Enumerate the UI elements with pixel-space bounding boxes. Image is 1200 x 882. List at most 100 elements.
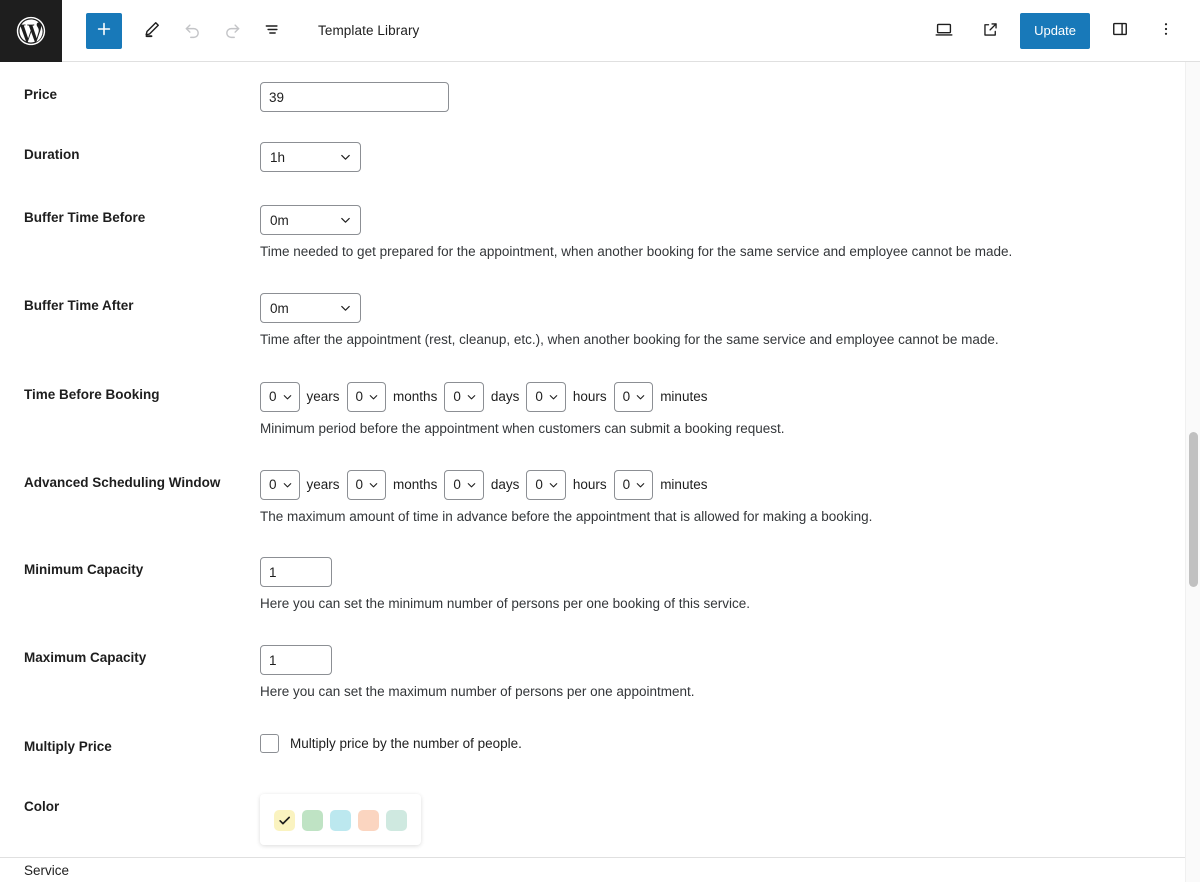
field-row-minimum-capacity: Minimum Capacity Here you can set the mi… — [0, 557, 1200, 614]
field-row-advanced-scheduling-window: Advanced Scheduling Window 0 years 0 mon… — [0, 469, 1200, 527]
chevron-down-icon — [465, 478, 478, 491]
color-swatch-peach[interactable] — [358, 809, 379, 831]
chevron-down-icon — [367, 390, 380, 403]
check-icon — [277, 813, 292, 828]
buffer-after-label: Buffer Time After — [24, 298, 134, 314]
advanced-scheduling-window-minutes-value: 0 — [622, 477, 631, 493]
minimum-capacity-label: Minimum Capacity — [24, 562, 144, 577]
chevron-down-icon — [338, 301, 353, 316]
chevron-down-icon — [547, 478, 560, 491]
advanced-scheduling-window-months-select[interactable]: 0 — [346, 469, 387, 500]
tools-pencil-button[interactable] — [134, 13, 170, 49]
field-row-maximum-capacity: Maximum Capacity Here you can set the ma… — [0, 645, 1200, 702]
more-options-icon — [1157, 20, 1175, 41]
add-block-button[interactable] — [86, 12, 122, 49]
maximum-capacity-description: Here you can set the maximum number of p… — [260, 684, 695, 700]
advanced-scheduling-window-months-unit: months — [393, 477, 438, 493]
duration-label: Duration — [24, 147, 80, 162]
time-before-booking-months-select[interactable]: 0 — [346, 381, 387, 412]
maximum-capacity-label: Maximum Capacity — [24, 650, 147, 666]
time-before-booking-minutes-select[interactable]: 0 — [613, 381, 654, 412]
time-before-booking-minutes-value: 0 — [622, 389, 631, 404]
time-before-booking-controls: 0 years 0 months 0 days 0 hours 0 minute… — [260, 381, 1200, 412]
minimum-capacity-description: Here you can set the minimum number of p… — [260, 596, 750, 611]
advanced-scheduling-window-hours-unit: hours — [572, 477, 607, 493]
time-before-booking-years-unit: years — [306, 389, 340, 404]
list-view-button[interactable] — [254, 13, 290, 49]
time-before-booking-days-select[interactable]: 0 — [444, 381, 484, 412]
duration-select-value: 1h — [270, 149, 286, 165]
color-swatch-panel — [260, 793, 421, 845]
undo-button[interactable] — [174, 13, 210, 49]
advanced-scheduling-window-years-select[interactable]: 0 — [260, 469, 300, 500]
more-options-button[interactable] — [1148, 13, 1184, 49]
settings-sidebar-button[interactable] — [1102, 13, 1138, 49]
maximum-capacity-input[interactable] — [260, 645, 332, 676]
pencil-icon — [142, 19, 162, 42]
chevron-down-icon — [547, 390, 560, 403]
document-title: Template Library — [318, 23, 420, 38]
advanced-scheduling-window-minutes-select[interactable]: 0 — [613, 469, 654, 500]
scrollbar-thumb[interactable] — [1189, 432, 1198, 587]
buffer-after-select[interactable]: 0m — [260, 293, 361, 324]
field-row-duration: Duration 1h — [0, 142, 1200, 172]
time-before-booking-hours-select[interactable]: 0 — [526, 381, 566, 412]
advanced-scheduling-window-days-select[interactable]: 0 — [444, 469, 484, 500]
time-before-booking-years-select[interactable]: 0 — [260, 381, 300, 412]
redo-button[interactable] — [214, 13, 250, 49]
minimum-capacity-input[interactable] — [260, 557, 332, 587]
price-input[interactable] — [260, 82, 449, 112]
advanced-scheduling-window-years-unit: years — [306, 477, 340, 493]
chevron-down-icon — [338, 150, 353, 165]
chevron-down-icon — [634, 390, 647, 403]
preview-device-button[interactable] — [926, 13, 962, 49]
wordpress-logo-button[interactable] — [0, 0, 62, 62]
view-external-link-icon — [981, 20, 1000, 42]
buffer-after-description: Time after the appointment (rest, cleanu… — [260, 332, 999, 348]
time-before-booking-years-value: 0 — [269, 389, 277, 404]
advanced-scheduling-window-months-value: 0 — [355, 477, 364, 493]
multiply-price-checkbox[interactable] — [260, 733, 279, 753]
desktop-preview-icon — [933, 18, 955, 43]
editor-toolbar: Template Library Update — [0, 0, 1200, 62]
breadcrumb-item-service[interactable]: Service — [24, 863, 69, 878]
chevron-down-icon — [465, 390, 478, 403]
duration-select[interactable]: 1h — [260, 142, 361, 172]
color-swatch-green[interactable] — [302, 809, 323, 831]
advanced-scheduling-window-days-value: 0 — [453, 477, 461, 493]
color-swatch-cyan[interactable] — [330, 809, 351, 831]
time-before-booking-hours-value: 0 — [535, 389, 543, 404]
color-swatch-mint[interactable] — [386, 809, 407, 831]
field-row-color: Color — [0, 793, 1200, 845]
advanced-scheduling-window-controls: 0 years 0 months 0 days 0 hours 0 minute… — [260, 469, 1200, 500]
document-outline-icon — [262, 19, 283, 43]
toolbar-right-group: Update — [926, 12, 1200, 49]
chevron-down-icon — [281, 390, 294, 403]
vertical-scrollbar[interactable] — [1185, 62, 1200, 882]
time-before-booking-label: Time Before Booking — [24, 386, 160, 402]
time-before-booking-minutes-unit: minutes — [660, 389, 708, 404]
block-breadcrumb-bar: Service — [0, 857, 1200, 882]
time-before-booking-months-unit: months — [393, 389, 438, 404]
time-before-booking-description: Minimum period before the appointment wh… — [260, 420, 785, 436]
time-before-booking-days-value: 0 — [453, 389, 461, 404]
time-before-booking-hours-unit: hours — [572, 389, 607, 404]
field-row-time-before-booking: Time Before Booking 0 years 0 months 0 d… — [0, 381, 1200, 439]
advanced-scheduling-window-minutes-unit: minutes — [660, 477, 708, 493]
buffer-before-select[interactable]: 0m — [260, 205, 361, 235]
toolbar-left-group: Template Library — [62, 12, 420, 49]
advanced-scheduling-window-years-value: 0 — [269, 477, 277, 493]
time-before-booking-months-value: 0 — [355, 389, 364, 404]
advanced-scheduling-window-description: The maximum amount of time in advance be… — [260, 508, 873, 524]
view-site-button[interactable] — [972, 13, 1008, 49]
undo-icon — [182, 19, 203, 43]
buffer-before-select-value: 0m — [270, 212, 289, 228]
redo-icon — [222, 19, 243, 43]
color-swatch-yellow[interactable] — [274, 809, 295, 831]
service-settings-panel: Price Duration 1h Buffer Time Before — [0, 62, 1200, 882]
wordpress-logo-icon — [14, 14, 48, 48]
update-button[interactable]: Update — [1020, 12, 1090, 49]
advanced-scheduling-window-hours-select[interactable]: 0 — [526, 469, 566, 500]
color-label: Color — [24, 798, 60, 814]
advanced-scheduling-window-label: Advanced Scheduling Window — [24, 474, 221, 490]
